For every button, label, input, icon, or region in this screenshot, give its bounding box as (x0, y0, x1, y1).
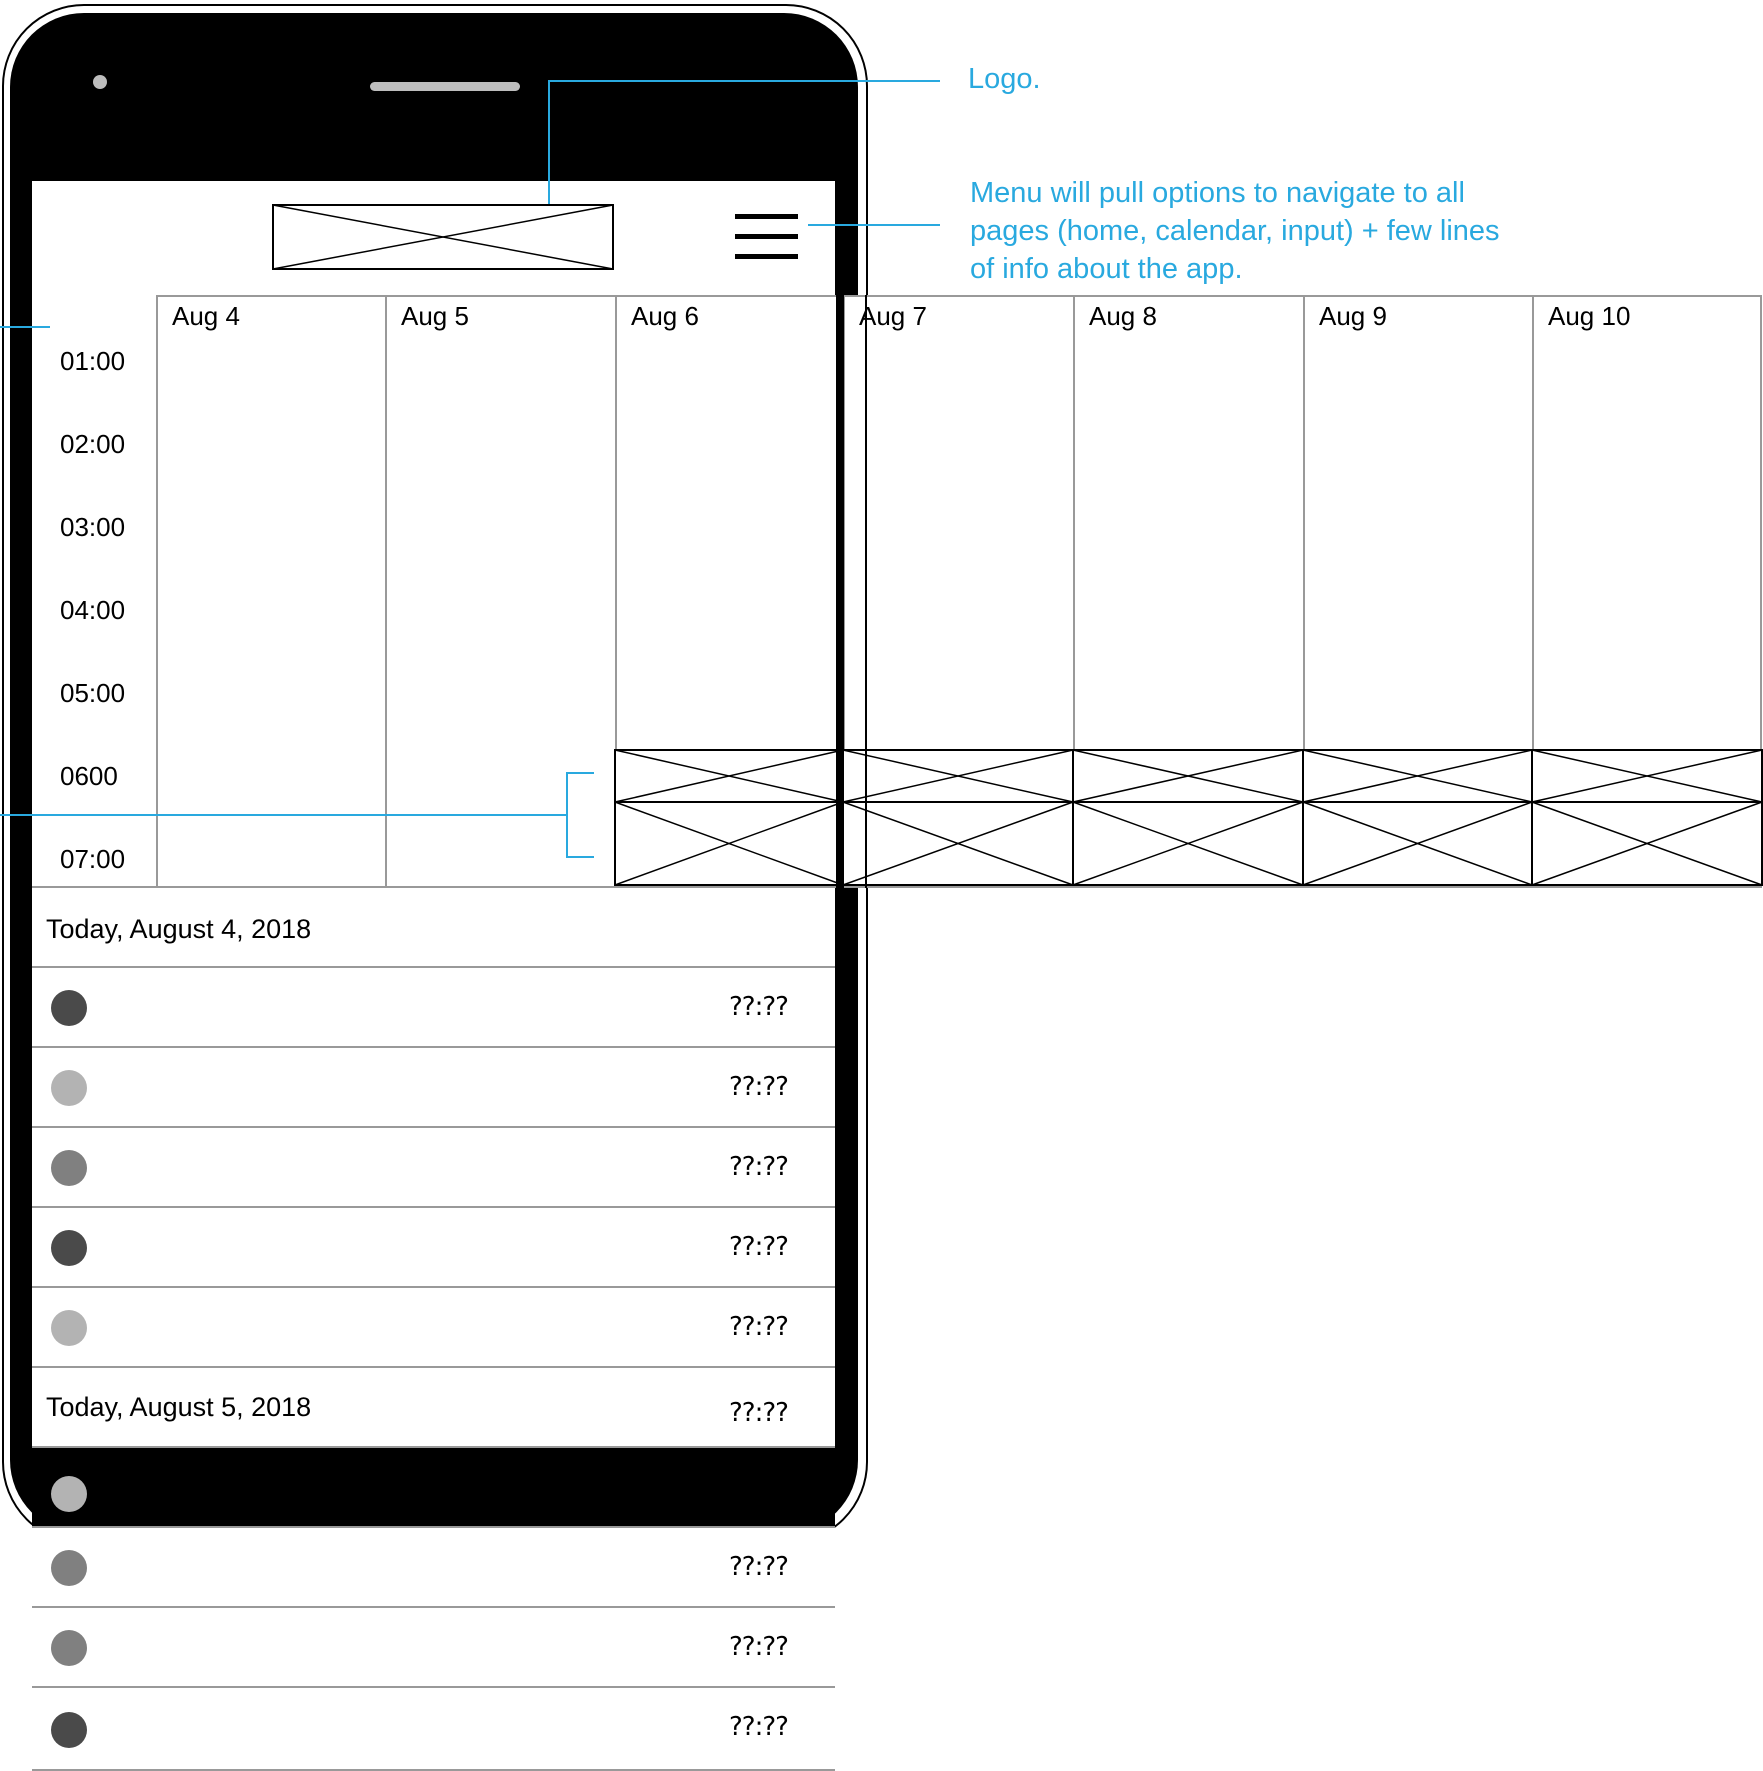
event-placeholder[interactable] (1302, 749, 1533, 803)
status-dot-icon (51, 990, 87, 1026)
status-dot-icon (51, 1230, 87, 1266)
logo-callout-line-h (548, 80, 940, 82)
status-dot-icon (51, 1630, 87, 1666)
status-dot-icon (51, 1711, 87, 1748)
menu-annotation: Menu will pull options to navigate to al… (970, 177, 1500, 285)
item-time: ??:?? (729, 1712, 789, 1742)
list-item[interactable] (32, 1448, 835, 1528)
list-item[interactable]: ??:?? (32, 968, 835, 1048)
date-header-row[interactable]: Today, August 4, 2018 (32, 888, 835, 968)
list-item[interactable]: ??:?? (32, 1128, 835, 1208)
logo-annotation: Logo. (968, 63, 1041, 95)
event-placeholder[interactable] (1072, 801, 1304, 886)
item-time: ??:?? (729, 1632, 789, 1662)
phone-bezel-edge (836, 295, 844, 888)
status-dot-icon (51, 1310, 87, 1346)
date-header: Today, August 5, 2018 (46, 1392, 312, 1422)
list-item[interactable]: ??:?? (32, 1288, 835, 1368)
event-placeholder[interactable] (614, 801, 844, 886)
status-dot-icon (51, 1476, 87, 1512)
event-placeholder[interactable] (1072, 749, 1304, 803)
event-placeholder[interactable] (614, 749, 844, 803)
event-placeholder[interactable] (842, 801, 1074, 886)
event-bracket-top (566, 772, 594, 774)
time-callout-line (0, 326, 50, 328)
event-placeholder[interactable] (1302, 801, 1533, 886)
status-dot-icon (51, 1550, 87, 1586)
item-time: ??:?? (729, 1152, 789, 1182)
event-callout-line (0, 814, 566, 816)
list-item[interactable]: ??:?? (32, 1528, 835, 1608)
event-placeholder[interactable] (1531, 749, 1763, 803)
item-time: ??:?? (729, 1312, 789, 1342)
logo-callout-line-v (548, 80, 550, 204)
event-placeholder[interactable] (842, 749, 1074, 803)
list-item[interactable]: ??:?? (32, 1048, 835, 1128)
item-time: ??:?? (729, 992, 789, 1022)
date-header-row[interactable]: Today, August 5, 2018??:?? (32, 1368, 835, 1448)
menu-callout-line (808, 224, 940, 226)
event-bracket-v (566, 772, 568, 858)
date-header: Today, August 4, 2018 (46, 914, 312, 944)
status-dot-icon (51, 1070, 87, 1106)
list-item[interactable]: ??:?? (32, 1208, 835, 1288)
event-placeholder[interactable] (1531, 801, 1763, 886)
item-time: ??:?? (729, 1072, 789, 1102)
status-dot-icon (51, 1150, 87, 1186)
event-bracket-bottom (566, 856, 594, 858)
item-time: ??:?? (729, 1398, 789, 1428)
list-item[interactable]: ??:?? (32, 1608, 835, 1688)
item-time: ??:?? (729, 1232, 789, 1262)
list-item[interactable]: ??:?? (32, 1688, 835, 1771)
item-time: ??:?? (729, 1552, 789, 1582)
